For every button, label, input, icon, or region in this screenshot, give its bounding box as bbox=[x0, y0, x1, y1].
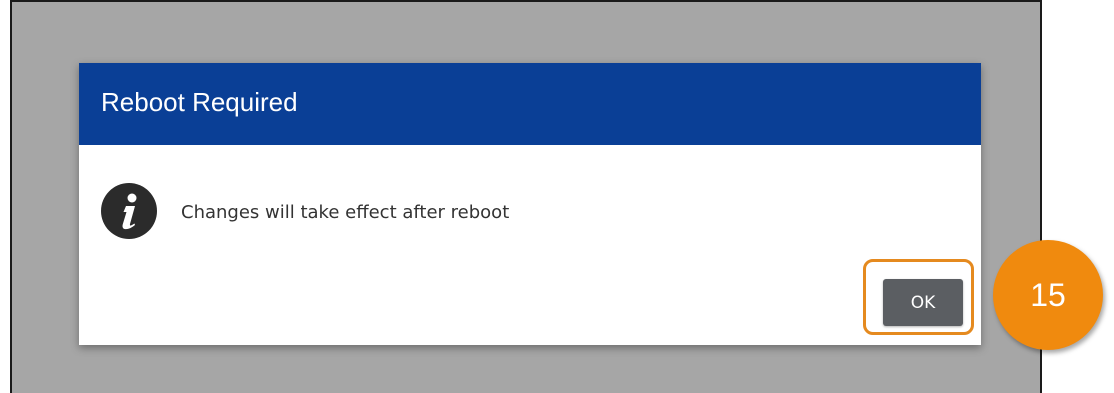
reboot-dialog: Reboot Required Changes will take effect… bbox=[79, 63, 981, 345]
dialog-message: Changes will take effect after reboot bbox=[181, 202, 510, 223]
info-icon bbox=[100, 182, 158, 240]
dialog-header: Reboot Required bbox=[79, 63, 981, 145]
ok-button[interactable]: OK bbox=[883, 279, 963, 326]
step-number-badge: 15 bbox=[993, 240, 1103, 350]
dialog-title: Reboot Required bbox=[101, 87, 298, 117]
